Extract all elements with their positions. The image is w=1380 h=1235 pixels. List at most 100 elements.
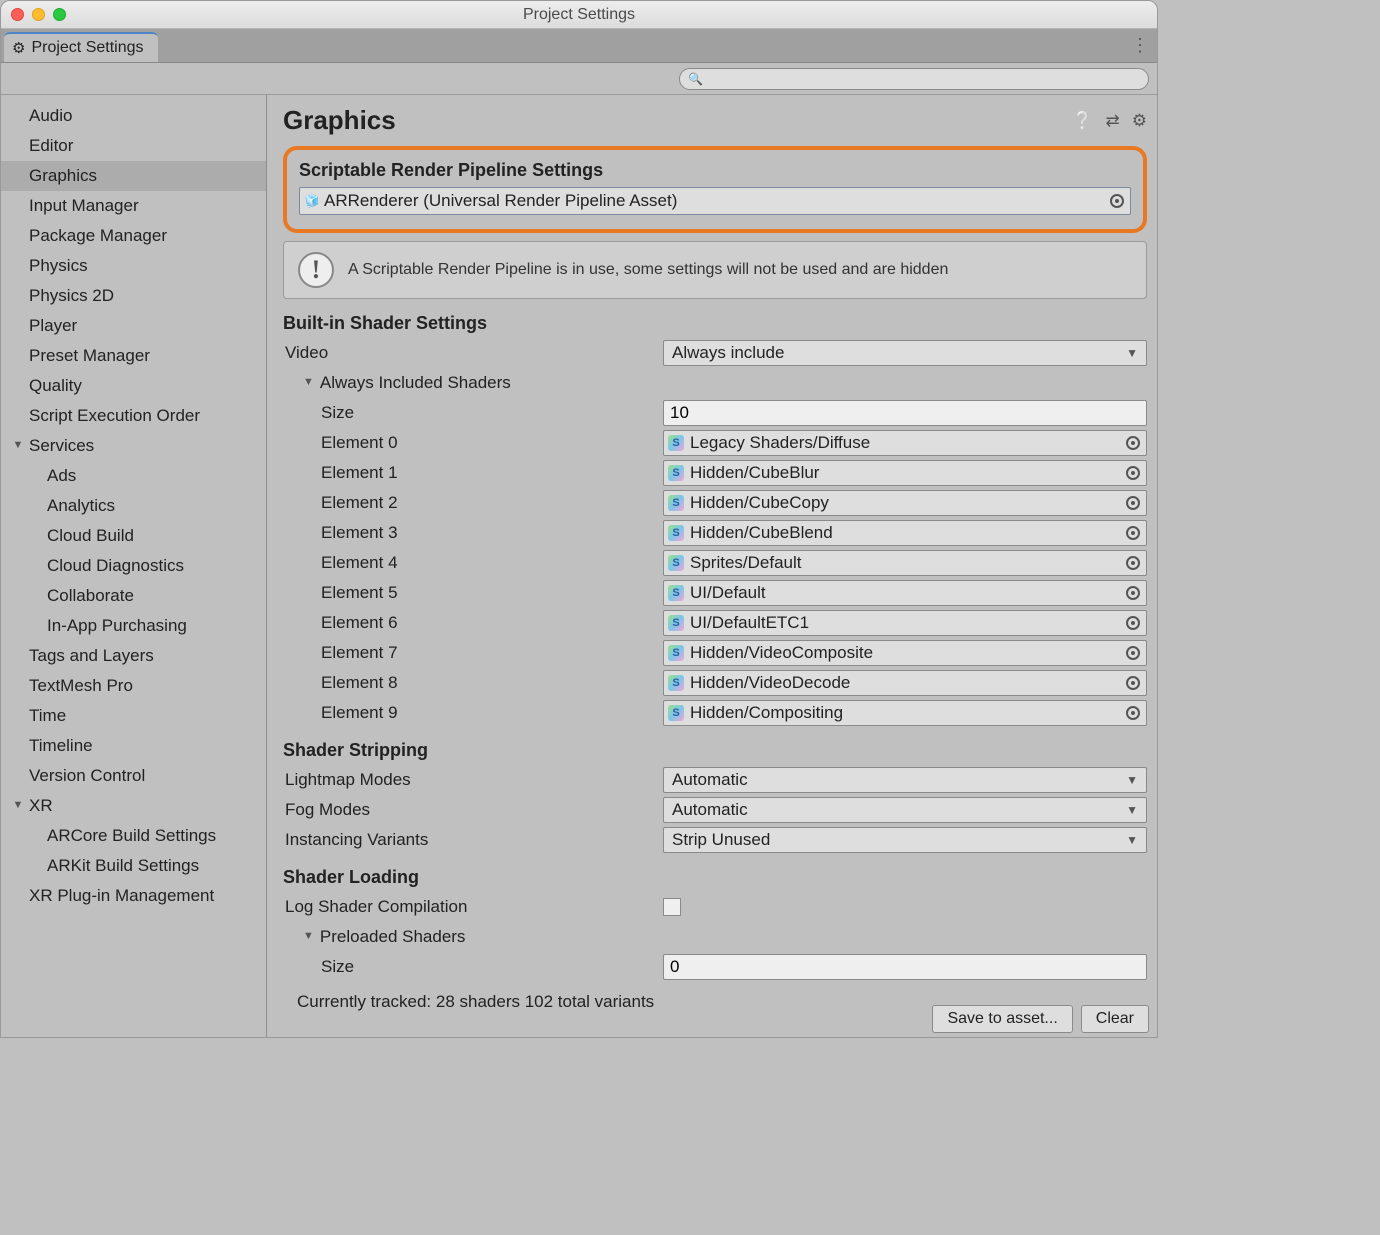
sidebar-item-input-manager[interactable]: Input Manager (1, 191, 266, 221)
clear-button[interactable]: Clear (1081, 1005, 1149, 1033)
foldout-down-icon: ▼ (303, 930, 314, 942)
element-4-label: Element 4 (283, 553, 663, 573)
sidebar-item-script-execution-order[interactable]: Script Execution Order (1, 401, 266, 431)
element-0-field[interactable]: SLegacy Shaders/Diffuse (663, 430, 1147, 456)
instancing-label: Instancing Variants (283, 830, 663, 850)
sidebar-item-label: Audio (29, 106, 72, 126)
settings-sidebar: Audio EditorGraphicsInput Manager Package … (1, 95, 267, 1037)
element-6-field[interactable]: SUI/DefaultETC1 (663, 610, 1147, 636)
save-to-asset-button[interactable]: Save to asset... (932, 1005, 1072, 1033)
object-picker-icon[interactable] (1126, 526, 1140, 540)
sidebar-item-label: Package Manager (29, 226, 167, 246)
element-7-field[interactable]: SHidden/VideoComposite (663, 640, 1147, 666)
element-0-value: Legacy Shaders/Diffuse (690, 433, 870, 453)
sidebar-item-time[interactable]: Time (1, 701, 266, 731)
sidebar-item-audio[interactable]: Audio (1, 101, 266, 131)
sidebar-item-services[interactable]: ▼Services (1, 431, 266, 461)
sidebar-item-player[interactable]: Player (1, 311, 266, 341)
shader-icon: S (668, 525, 684, 541)
sidebar-item-label: XR Plug-in Management (29, 886, 214, 906)
element-8-field[interactable]: S Hidden/VideoDecode (663, 670, 1147, 696)
fog-value: Automatic (672, 800, 748, 820)
element-2-label: Element 2 (283, 493, 663, 513)
sidebar-item-physics-2d[interactable]: Physics 2D (1, 281, 266, 311)
sidebar-item-preset-manager[interactable]: Preset Manager (1, 341, 266, 371)
sidebar-item-collaborate[interactable]: Collaborate (1, 581, 266, 611)
object-picker-icon[interactable] (1126, 646, 1140, 660)
settings-gear-icon[interactable]: ⚙ (1132, 111, 1147, 131)
help-icon[interactable]: ❔ (1072, 111, 1093, 131)
sidebar-item-label: Physics 2D (29, 286, 114, 306)
object-picker-icon[interactable] (1110, 194, 1124, 208)
preloaded-size-label: Size (283, 957, 663, 977)
sidebar-item-package-manager[interactable]: Package Manager (1, 221, 266, 251)
srp-asset-field[interactable]: 🧊 ARRenderer (Universal Render Pipeline … (299, 187, 1131, 215)
search-row: 🔍 (1, 63, 1157, 95)
element-6-value: UI/DefaultETC1 (690, 613, 809, 633)
object-picker-icon[interactable] (1126, 466, 1140, 480)
object-picker-icon[interactable] (1126, 706, 1140, 720)
gear-icon: ⚙ (12, 39, 25, 57)
sidebar-item-label: Version Control (29, 766, 145, 786)
element-3-field[interactable]: SHidden/CubeBlend (663, 520, 1147, 546)
sidebar-item-version-control[interactable]: Version Control (1, 761, 266, 791)
foldout-down-icon: ▼ (303, 376, 314, 388)
object-picker-icon[interactable] (1126, 616, 1140, 630)
element-5-field[interactable]: SUI/Default (663, 580, 1147, 606)
sidebar-item-arkit-build-settings[interactable]: ARKit Build Settings (1, 851, 266, 881)
sidebar-item-xr-plug-in-management[interactable]: XR Plug-in Management (1, 881, 266, 911)
sidebar-item-xr[interactable]: ▼XR (1, 791, 266, 821)
element-1-field[interactable]: SHidden/CubeBlur (663, 460, 1147, 486)
object-picker-icon[interactable] (1126, 556, 1140, 570)
sidebar-item-quality[interactable]: Quality (1, 371, 266, 401)
instancing-value: Strip Unused (672, 830, 770, 850)
sidebar-item-arcore-build-settings[interactable]: ARCore Build Settings (1, 821, 266, 851)
preloaded-size-input[interactable] (663, 954, 1147, 980)
element-4-field[interactable]: S Sprites/Default (663, 550, 1147, 576)
info-icon: ! (298, 252, 334, 288)
sidebar-item-graphics[interactable]: Graphics (1, 161, 266, 191)
sidebar-item-label: Player (29, 316, 77, 336)
sidebar-item-cloud-diagnostics[interactable]: Cloud Diagnostics (1, 551, 266, 581)
sidebar-item-physics[interactable]: Physics (1, 251, 266, 281)
info-text: A Scriptable Render Pipeline is in use, … (348, 261, 948, 279)
sidebar-item-analytics[interactable]: Analytics (1, 491, 266, 521)
lightmap-dropdown[interactable]: Automatic ▼ (663, 767, 1147, 793)
sidebar-item-editor[interactable]: Editor (1, 131, 266, 161)
element-8-value: Hidden/VideoDecode (690, 673, 850, 693)
shader-icon: S (668, 555, 684, 571)
tab-project-settings[interactable]: ⚙ Project Settings (4, 32, 158, 62)
always-included-foldout[interactable]: ▼ Always Included Shaders (283, 373, 663, 393)
tab-options-icon[interactable]: ⋮ (1131, 35, 1149, 56)
fog-dropdown[interactable]: Automatic ▼ (663, 797, 1147, 823)
object-picker-icon[interactable] (1126, 496, 1140, 510)
always-included-label: Always Included Shaders (320, 373, 511, 393)
search-input[interactable]: 🔍 (679, 68, 1149, 90)
sidebar-item-timeline[interactable]: Timeline (1, 731, 266, 761)
sidebar-item-label: Physics (29, 256, 88, 276)
shader-icon: S (668, 585, 684, 601)
element-7-label: Element 7 (283, 643, 663, 663)
sidebar-item-in-app-purchasing[interactable]: In-App Purchasing (1, 611, 266, 641)
sidebar-item-ads[interactable]: Ads (1, 461, 266, 491)
sidebar-item-cloud-build[interactable]: Cloud Build (1, 521, 266, 551)
sidebar-item-textmesh-pro[interactable]: TextMesh Pro (1, 671, 266, 701)
video-dropdown[interactable]: Always include ▼ (663, 340, 1147, 366)
sidebar-item-tags-and-layers[interactable]: Tags and Layers (1, 641, 266, 671)
object-picker-icon[interactable] (1126, 676, 1140, 690)
preset-icon[interactable]: ⇄ (1106, 111, 1120, 131)
instancing-dropdown[interactable]: Strip Unused ▼ (663, 827, 1147, 853)
tab-label: Project Settings (31, 39, 143, 57)
shader-icon: S (668, 675, 684, 691)
object-picker-icon[interactable] (1126, 586, 1140, 600)
foldout-down-icon: ▼ (11, 799, 25, 811)
element-4-value: Sprites/Default (690, 553, 802, 573)
object-picker-icon[interactable] (1126, 436, 1140, 450)
element-2-value: Hidden/CubeCopy (690, 493, 829, 513)
log-compile-checkbox[interactable] (663, 898, 681, 916)
element-5-label: Element 5 (283, 583, 663, 603)
element-9-field[interactable]: SHidden/Compositing (663, 700, 1147, 726)
included-size-input[interactable] (663, 400, 1147, 426)
element-2-field[interactable]: SHidden/CubeCopy (663, 490, 1147, 516)
preloaded-foldout[interactable]: ▼ Preloaded Shaders (283, 927, 663, 947)
